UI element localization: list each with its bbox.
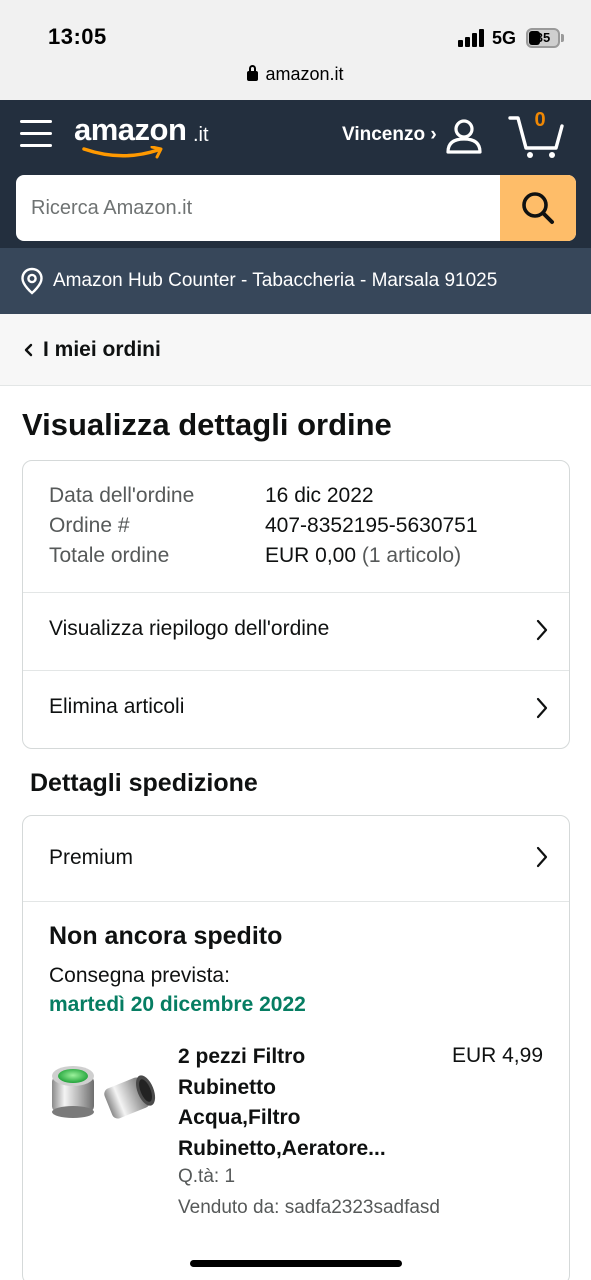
shipping-card: Premium Non ancora spedito Consegna prev… — [22, 815, 570, 1280]
order-number-label: Ordine # — [49, 514, 130, 537]
delivery-location[interactable]: Amazon Hub Counter - Tabaccheria - Marsa… — [0, 248, 591, 314]
breadcrumb[interactable]: I miei ordini — [0, 314, 591, 386]
product-image[interactable] — [49, 1052, 157, 1152]
product-title[interactable]: 2 pezzi Filtro Rubinetto Acqua,Filtro Ru… — [178, 1042, 428, 1164]
delivery-label: Consegna prevista: — [49, 964, 230, 987]
order-info-card: Data dell'ordine 16 dic 2022 Ordine # 40… — [22, 460, 570, 749]
battery-level: 35 — [535, 30, 551, 45]
location-text: Amazon Hub Counter - Tabaccheria - Marsa… — [53, 270, 498, 291]
url-text: amazon.it — [265, 64, 344, 84]
status-bar: 13:05 5G 35 amazon.it — [0, 0, 591, 100]
chevron-right-icon — [536, 846, 548, 868]
cellular-signal-icon — [458, 29, 486, 47]
smile-arrow-icon — [82, 146, 163, 159]
product-title-line: 2 pezzi Filtro — [178, 1045, 306, 1068]
product-seller[interactable]: Venduto da: sadfa2323sadfasd — [178, 1197, 440, 1219]
cart-count: 0 — [534, 109, 546, 131]
divider — [23, 901, 569, 902]
order-date-label: Data dell'ordine — [49, 484, 195, 507]
network-type: 5G — [492, 28, 517, 48]
order-summary-label: Visualizza riepilogo dell'ordine — [49, 617, 330, 640]
amazon-logo[interactable]: amazon .it — [74, 112, 224, 162]
order-date-value: 16 dic 2022 — [265, 484, 374, 507]
delete-items-label: Elimina articoli — [49, 695, 185, 718]
order-number-value: 407-8352195-5630751 — [265, 514, 478, 537]
delivery-date: martedì 20 dicembre 2022 — [49, 993, 306, 1016]
delete-items-link[interactable]: Elimina articoli — [23, 671, 569, 748]
product-title-line: Rubinetto — [178, 1075, 276, 1099]
logo-tld: .it — [193, 124, 209, 146]
battery-icon: 35 — [526, 28, 560, 48]
product-title-line: Rubinetto,Aeratore... — [178, 1136, 386, 1160]
search-icon — [522, 192, 554, 224]
chevron-right-icon — [536, 619, 548, 641]
breadcrumb-label: I miei ordini — [43, 338, 161, 361]
product-quantity: Q.tà: 1 — [178, 1166, 236, 1187]
order-total-amount: EUR 0,00 — [265, 544, 357, 567]
user-icon[interactable] — [444, 116, 484, 156]
home-indicator[interactable] — [190, 1260, 402, 1267]
search-bar — [16, 175, 576, 241]
battery-tip — [561, 34, 564, 42]
order-total-label: Totale ordine — [49, 544, 170, 567]
search-button[interactable] — [500, 175, 576, 241]
status-time: 13:05 — [48, 24, 107, 49]
shipping-method-label: Premium — [49, 846, 134, 869]
shipping-method-link[interactable]: Premium — [23, 816, 569, 901]
shipment-status: Non ancora spedito — [49, 922, 283, 950]
order-total-value: EUR 0,00 (1 articolo) — [265, 544, 461, 568]
order-summary-link[interactable]: Visualizza riepilogo dell'ordine — [23, 593, 569, 670]
product-title-line: Acqua,Filtro — [178, 1106, 301, 1129]
chevron-left-icon — [24, 343, 33, 357]
address-bar[interactable]: amazon.it — [0, 64, 591, 85]
product-price: EUR 4,99 — [451, 1044, 543, 1067]
order-total-items: (1 articolo) — [361, 544, 462, 567]
search-input[interactable] — [16, 175, 500, 241]
chevron-right-icon — [536, 697, 548, 719]
menu-icon[interactable] — [20, 118, 52, 148]
page-title: Visualizza dettagli ordine — [22, 407, 392, 442]
location-pin-icon — [21, 267, 43, 295]
shipping-section-title: Dettagli spedizione — [30, 769, 258, 797]
lock-icon — [247, 65, 259, 81]
account-link[interactable]: Vincenzo › — [342, 124, 437, 146]
logo-word: amazon — [74, 112, 187, 147]
